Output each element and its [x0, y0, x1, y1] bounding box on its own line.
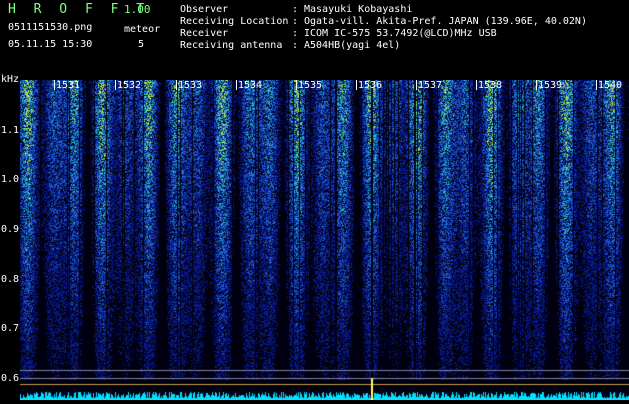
info-row-receiver: Receiver: ICOM IC-575 53.7492(@LCD)MHz US…: [180, 28, 497, 39]
app-version: 1.00: [124, 3, 151, 16]
time-tick: 1537: [416, 80, 443, 91]
info-key: Receiver: [180, 28, 229, 39]
station-info: Observer: Masayuki Kobayashi Receiving Lo…: [180, 4, 587, 52]
spectrogram-canvas[interactable]: [20, 80, 629, 400]
file-name: 0511151530.png: [8, 22, 93, 33]
freq-tick: 0.9: [1, 224, 20, 235]
frequency-unit-label: kHz: [1, 74, 20, 85]
info-row-antenna: Receiving antenna: A504HB(yagi 4el): [180, 40, 401, 51]
info-row-observer: Observer: Masayuki Kobayashi: [180, 4, 413, 15]
time-tick: 1532: [115, 80, 142, 91]
time-tick: 1534: [236, 80, 263, 91]
info-value: Masayuki Kobayashi: [304, 4, 413, 15]
time-tick: 1536: [356, 80, 383, 91]
meteor-count: 5: [138, 39, 145, 50]
freq-tick: 0.7: [1, 323, 20, 334]
time-tick: 1538: [476, 80, 503, 91]
info-row-location: Receiving Location: Ogata-vill. Akita-Pre…: [180, 16, 587, 27]
info-key: Receiving antenna: [180, 40, 283, 51]
timestamp: 05.11.15 15:30: [8, 39, 93, 50]
freq-tick: 1.1: [1, 125, 20, 136]
time-tick: 1531: [54, 80, 81, 91]
info-key: Observer: [180, 4, 229, 15]
spectrogram-area[interactable]: 1531 1532 1533 1534 1535 1536 1537 1538 …: [20, 80, 629, 400]
time-tick: 1540: [596, 80, 623, 91]
time-tick: 1533: [176, 80, 203, 91]
freq-tick: 1.0: [1, 174, 20, 185]
info-value: A504HB(yagi 4el): [304, 40, 401, 51]
info-key: Receiving Location: [180, 16, 289, 27]
freq-tick: 0.8: [1, 274, 20, 285]
time-tick: 1535: [296, 80, 323, 91]
meteor-label: meteor: [124, 24, 161, 35]
info-value: Ogata-vill. Akita-Pref. JAPAN (139.96E, …: [304, 16, 587, 27]
info-value: ICOM IC-575 53.7492(@LCD)MHz USB: [304, 28, 497, 39]
time-tick: 1539: [536, 80, 563, 91]
freq-tick: 0.6: [1, 373, 20, 384]
